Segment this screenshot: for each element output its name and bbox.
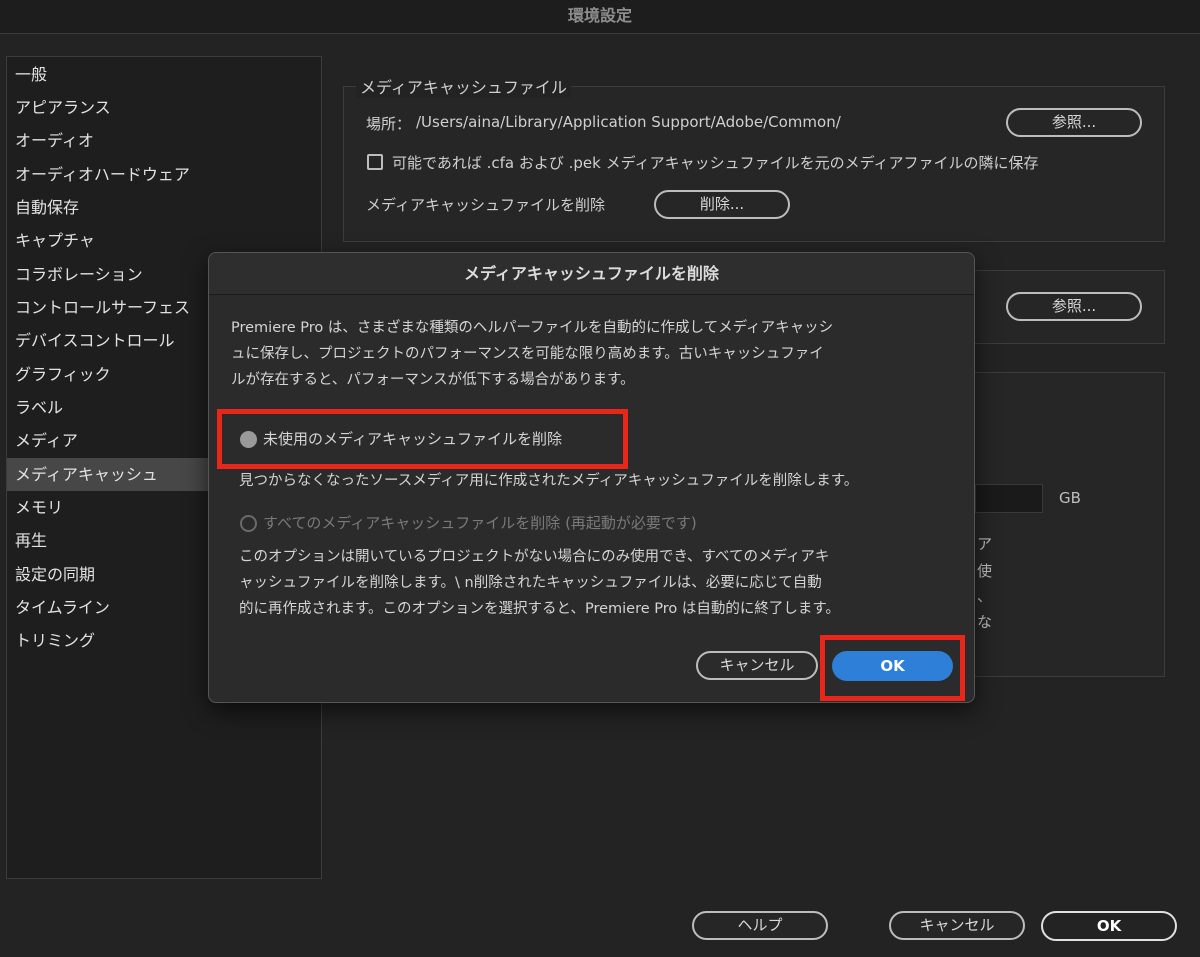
dialog-description-line: ルが存在すると、パフォーマンスが低下する場合があります。 xyxy=(231,372,635,388)
sidebar-item-label: グラフィック xyxy=(15,365,111,384)
dialog-title: メディアキャッシュファイルを削除 xyxy=(209,253,974,295)
location-label: 場所： xyxy=(366,115,412,133)
sidebar-item-label: オーディオ xyxy=(15,131,94,150)
background-text-fragment: ア xyxy=(977,535,993,553)
sidebar-item-label: キャプチャ xyxy=(15,231,95,250)
sidebar-item-label: コラボレーション xyxy=(15,265,143,284)
location-path: /Users/aina/Library/Application Support/… xyxy=(416,113,841,131)
highlight-ok-button xyxy=(820,635,965,701)
sidebar-item-label: メディア xyxy=(15,431,78,450)
sidebar-item-label: 一般 xyxy=(15,65,48,84)
browse-media-cache-db-button[interactable]: 参照... xyxy=(1006,292,1142,321)
sidebar-item-label: コントロールサーフェス xyxy=(15,298,191,317)
sidebar-item-label: メモリ xyxy=(15,498,64,517)
sidebar-item-audio-hardware[interactable]: オーディオハードウェア xyxy=(7,158,321,191)
sidebar-item-label: 再生 xyxy=(15,531,48,550)
delete-cache-button[interactable]: 削除... xyxy=(654,190,790,219)
footer-cancel-button[interactable]: キャンセル xyxy=(889,911,1025,940)
sidebar-item-label: デバイスコントロール xyxy=(15,331,175,350)
delete-all-label[interactable]: すべてのメディアキャッシュファイルを削除 (再起動が必要です) xyxy=(263,510,697,536)
browse-media-cache-button[interactable]: 参照... xyxy=(1006,108,1142,137)
delete-unused-description: 見つからなくなったソースメディア用に作成されたメディアキャッシュファイルを削除し… xyxy=(239,473,859,489)
footer-ok-button[interactable]: OK xyxy=(1041,911,1177,941)
sidebar-item-label: アピアランス xyxy=(15,98,111,117)
cache-size-field[interactable] xyxy=(975,484,1043,513)
delete-all-description-line: このオプションは開いているプロジェクトがない場合にのみ使用でき、すべてのメディア… xyxy=(239,549,830,565)
delete-all-description: このオプションは開いているプロジェクトがない場合にのみ使用でき、すべてのメディア… xyxy=(239,544,959,622)
background-text-fragment: 使 xyxy=(977,562,993,580)
save-cache-next-to-originals-label: 可能であれば .cfa および .pek メディアキャッシュファイルを元のメディ… xyxy=(392,154,1039,172)
help-button[interactable]: ヘルプ xyxy=(692,911,828,940)
delete-all-description-line: 的に再作成されます。このオプションを選択すると、Premiere Pro は自動… xyxy=(239,601,840,617)
sidebar-item-label: タイムライン xyxy=(15,598,110,617)
background-text-fragment: な xyxy=(977,613,993,631)
delete-media-cache-dialog: メディアキャッシュファイルを削除 Premiere Pro は、さまざまな種類の… xyxy=(208,252,975,703)
dialog-cancel-button[interactable]: キャンセル xyxy=(696,651,818,680)
cache-size-unit: GB xyxy=(1059,489,1081,507)
save-cache-next-to-originals-checkbox[interactable] xyxy=(367,154,383,170)
sidebar-item-appearance[interactable]: アピアランス xyxy=(7,91,321,124)
sidebar-item-label: トリミング xyxy=(15,631,96,650)
media-cache-files-group-title: メディアキャッシュファイル xyxy=(356,74,571,98)
sidebar-item-label: 自動保存 xyxy=(15,198,80,217)
sidebar-item-label: オーディオハードウェア xyxy=(15,165,190,184)
delete-all-description-line: ャッシュファイルを削除します。\ n削除されたキャッシュファイルは、必要に応じて… xyxy=(239,575,822,591)
sidebar-item-label: ラベル xyxy=(15,398,64,417)
delete-all-radio[interactable] xyxy=(240,515,257,532)
window-title: 環境設定 xyxy=(567,6,632,25)
sidebar-item-general[interactable]: 一般 xyxy=(7,58,321,91)
dialog-description-line: Premiere Pro は、さまざまな種類のヘルパーファイルを自動的に作成して… xyxy=(231,320,834,336)
delete-cache-label: メディアキャッシュファイルを削除 xyxy=(366,196,605,214)
dialog-description-line: ュに保存し、プロジェクトのパフォーマンスを可能な限り高めます。古いキャッシュファ… xyxy=(231,346,824,362)
sidebar-item-audio[interactable]: オーディオ xyxy=(7,124,321,157)
highlight-unused-option xyxy=(217,409,628,469)
sidebar-item-label: メディアキャッシュ xyxy=(15,465,158,484)
sidebar-item-label: 設定の同期 xyxy=(15,565,96,584)
sidebar-item-autosave[interactable]: 自動保存 xyxy=(7,191,321,224)
window-titlebar: 環境設定 xyxy=(0,0,1200,34)
dialog-description: Premiere Pro は、さまざまな種類のヘルパーファイルを自動的に作成して… xyxy=(231,315,951,393)
background-text-fragment: 、 xyxy=(977,587,993,605)
